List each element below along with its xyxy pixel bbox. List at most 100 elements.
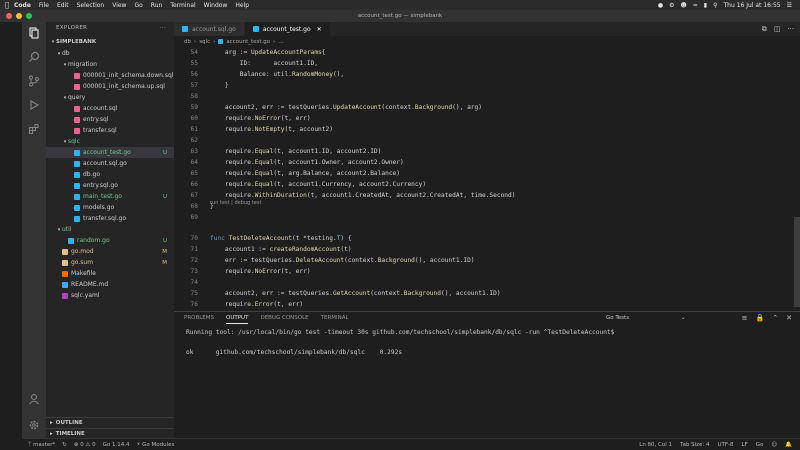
notifications-icon[interactable]: 🔔 [785,442,792,448]
split-editor-icon[interactable]: ◫ [774,25,781,34]
git-branch[interactable]: ᛉ master* [28,442,55,448]
workspace-root[interactable]: ▾ SIMPLEBANK [46,36,174,47]
output-channel-select[interactable]: Go Tests ⌄ [606,315,685,321]
file-item[interactable]: Makefile [46,268,174,279]
language-mode[interactable]: Go [756,442,764,448]
menu-edit[interactable]: Edit [57,2,69,9]
account-icon[interactable] [22,390,46,408]
folder-item[interactable]: ▾ util [46,224,174,235]
breadcrumb-item[interactable]: sqlc [199,39,210,45]
breadcrumb-item[interactable]: db [184,39,191,45]
file-item[interactable]: transfer.sql.go [46,213,174,224]
file-item[interactable]: account.sql [46,103,174,114]
close-tab-icon[interactable]: ✕ [317,26,322,33]
tree-item-label: go.mod [71,248,94,255]
tab-label: account_test.go [262,25,311,33]
file-item[interactable]: db.go [46,169,174,180]
file-item[interactable]: account_test.go U [46,147,174,158]
problems-indicator[interactable]: ⊗ 0 ⚠ 0 [74,442,96,448]
go-version[interactable]: Go 1.14.4 [103,442,130,448]
manage-gear-icon[interactable] [22,416,46,434]
menu-file[interactable]: File [39,2,49,9]
codelens-run-debug[interactable]: run test | debug test [210,200,261,206]
search-icon[interactable] [22,48,46,66]
file-item[interactable]: entry.sql.go [46,180,174,191]
file-item[interactable]: random.go U [46,235,174,246]
file-item[interactable]: account.sql.go [46,158,174,169]
close-panel-icon[interactable]: ✕ [786,314,792,322]
file-item[interactable]: 000001_init_schema.down.sql [46,70,174,81]
record-icon[interactable]: ● [658,2,663,9]
cursor-position[interactable]: Ln 80, Col 1 [639,442,672,448]
maximize-panel-icon[interactable]: ⌃ [772,314,778,322]
battery-icon[interactable]: ▮ [704,2,707,9]
folder-item[interactable]: ▾ db [46,48,174,59]
menu-help[interactable]: Help [235,2,249,9]
menu-code[interactable]: Code [14,2,31,9]
menu-view[interactable]: View [112,2,126,9]
tab-size[interactable]: Tab Size: 4 [680,442,709,448]
clear-output-icon[interactable]: ≡ [742,314,748,322]
folder-item[interactable]: ▾ migration [46,59,174,70]
sync-icon[interactable]: ↻ [62,442,67,448]
extensions-icon[interactable] [22,120,46,138]
menu-window[interactable]: Window [204,2,228,9]
line-number: 70 [190,235,198,242]
file-item[interactable]: transfer.sql [46,125,174,136]
gear-status-icon[interactable]: ⚙ [669,2,674,9]
go-modules[interactable]: ⚡ Go Modules [137,442,175,448]
feedback-icon[interactable]: ☺ [771,442,777,448]
user-icon[interactable]: ☻ [681,2,687,9]
zoom-window-button[interactable] [26,13,32,19]
more-actions-icon[interactable]: ··· [787,25,794,34]
folder-item[interactable]: ▾ sqlc [46,136,174,147]
file-item[interactable]: main_test.go U [46,191,174,202]
tree-item-label: db.go [83,171,101,178]
lock-scroll-icon[interactable]: 🔒 [756,314,765,322]
file-item[interactable]: README.md [46,279,174,290]
code-editor[interactable]: 54 arg := UpdateAccountParams{55 ID: acc… [174,47,800,352]
chevron-right-icon: › [273,38,276,45]
git-status-badge: U [162,193,167,200]
list-icon[interactable]: ☰ [787,2,792,9]
clock-text[interactable]: Thu 16 Jul at 16:55 [724,2,781,9]
explorer-sidebar: EXPLORER ··· ▾ SIMPLEBANK ▾ db ▾ migration 0… [46,22,174,438]
folder-item[interactable]: ▾ query [46,92,174,103]
menu-go[interactable]: Go [134,2,142,9]
source-control-icon[interactable] [22,72,46,90]
menu-terminal[interactable]: Terminal [170,2,195,9]
close-window-button[interactable] [6,13,12,19]
explorer-icon[interactable] [22,24,46,42]
spotlight-icon[interactable]: ⚲ [713,2,717,9]
file-type-icon [74,72,80,79]
tab-debug-console[interactable]: DEBUG CONSOLE [260,315,308,324]
outline-section[interactable]: ▸ OUTLINE [46,417,174,428]
breadcrumb-item[interactable]: ... [278,39,283,45]
breadcrumb: db › sqlc › account_test.go › ... [174,36,800,47]
file-item[interactable]: 000001_init_schema.up.sql [46,81,174,92]
tab-problems[interactable]: PROBLEMS [184,315,214,324]
file-item[interactable]: go.sum M [46,257,174,268]
tab-account-test-go[interactable]: account_test.go ✕ [244,22,331,36]
end-of-line[interactable]: LF [742,442,748,448]
wifi-icon[interactable]: ≈ [693,2,698,9]
run-debug-icon[interactable] [22,96,46,114]
file-item[interactable]: sqlc.yaml [46,290,174,301]
apple-icon[interactable]:  [0,1,14,9]
open-changes-icon[interactable]: ⧉ [762,25,767,34]
code-line: require.WithinDuration(t, account1.Creat… [210,192,516,199]
minimize-window-button[interactable] [16,13,22,19]
encoding[interactable]: UTF-8 [717,442,733,448]
file-item[interactable]: entry.sql [46,114,174,125]
more-actions-icon[interactable]: ··· [160,25,166,31]
menu-selection[interactable]: Selection [77,2,105,9]
tab-output[interactable]: OUTPUT [226,315,249,324]
branch-icon: ᛉ [28,441,32,448]
menu-run[interactable]: Run [151,2,163,9]
file-item[interactable]: go.mod M [46,246,174,257]
breadcrumb-item[interactable]: account_test.go [226,39,270,45]
file-item[interactable]: models.go [46,202,174,213]
tab-terminal[interactable]: TERMINAL [321,315,349,324]
tab-account-sql-go[interactable]: account.sql.go [174,22,245,36]
editor-scrollbar[interactable] [794,217,800,307]
